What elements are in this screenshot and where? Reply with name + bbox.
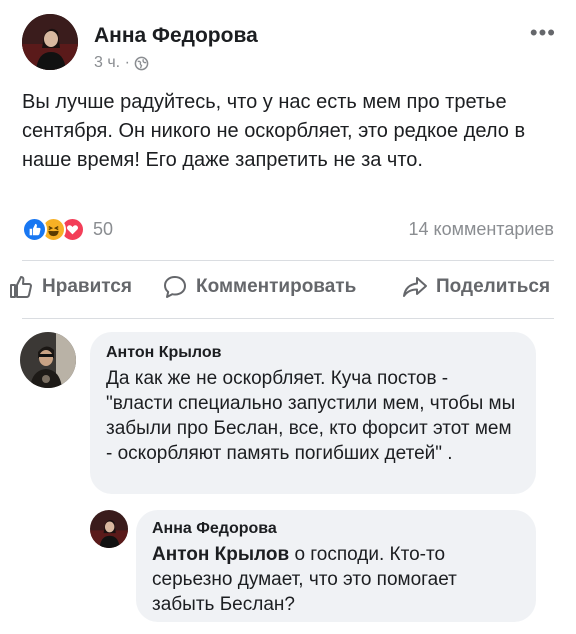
commenter-avatar[interactable] <box>20 332 76 388</box>
thumbs-up-icon <box>10 276 32 298</box>
comment-bubble-icon <box>164 276 186 298</box>
mention-link[interactable]: Антон Крылов <box>152 544 289 565</box>
comment-button[interactable]: Комментировать <box>162 274 356 300</box>
more-options-icon[interactable]: ••• <box>530 22 556 44</box>
post-author-name[interactable]: Анна Федорова <box>94 24 258 48</box>
divider <box>22 260 554 261</box>
author-avatar[interactable] <box>22 14 78 70</box>
comment-button-label: Комментировать <box>196 276 357 297</box>
post-text: Вы лучше радуйтесь, что у нас есть мем п… <box>22 91 526 171</box>
share-button-label: Поделиться <box>436 276 551 297</box>
comment-author[interactable]: Антон Крылов <box>106 344 520 362</box>
post-meta: 3 ч. · <box>94 54 149 72</box>
comment-text: Да как же не оскорбляет. Куча постов - "… <box>106 368 516 464</box>
post-header: Анна Федорова 3 ч. · ••• <box>22 14 556 78</box>
like-button-label: Нравится <box>42 276 132 297</box>
comment-bubble: Антон Крылов Да как же не оскорбляет. Ку… <box>90 332 536 494</box>
like-reaction-icon <box>22 217 47 242</box>
reply-text: Антон Крылов о господи. Кто-то серьезно … <box>152 542 520 617</box>
comments-count-link[interactable]: 14 комментариев <box>408 219 554 240</box>
post-time[interactable]: 3 ч. · <box>94 54 130 72</box>
divider <box>22 318 554 319</box>
reaction-count: 50 <box>93 219 114 239</box>
share-button[interactable]: Поделиться <box>402 274 550 300</box>
reply-author-avatar[interactable] <box>90 510 128 548</box>
like-button[interactable]: Нравится <box>8 274 132 300</box>
reactions-summary[interactable]: 50 <box>22 217 113 242</box>
action-bar: Нравится Комментировать Поделиться <box>0 274 576 308</box>
globe-icon <box>134 56 149 70</box>
share-arrow-icon <box>403 277 427 297</box>
reply-bubble: Анна Федорова Антон Крылов о господи. Кт… <box>136 510 536 622</box>
reply-author[interactable]: Анна Федорова <box>152 520 520 538</box>
